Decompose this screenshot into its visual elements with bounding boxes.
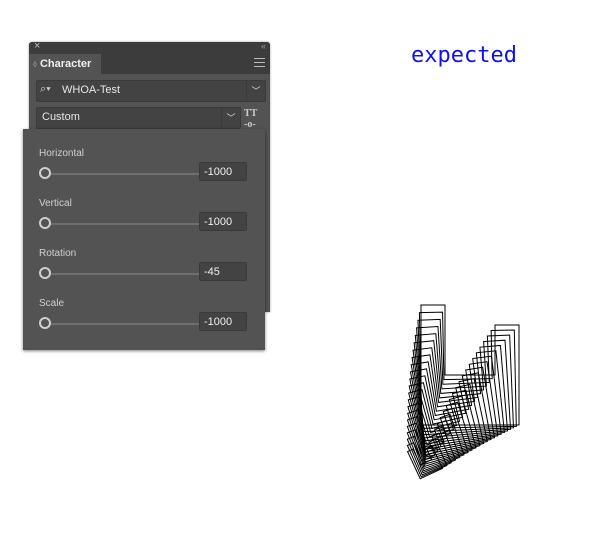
font-style-select[interactable]: Custom ﹀ [36,107,241,129]
slider-vertical: Vertical -1000 [39,198,254,243]
slider-horizontal: Horizontal -1000 [39,148,254,193]
expected-label: expected [411,43,517,68]
panel-menu-icon[interactable] [254,58,265,68]
slider-scale: Scale -1000 [39,298,254,343]
slider-track[interactable] [49,323,208,325]
slider-knob[interactable] [39,167,51,179]
value-field[interactable]: -1000 [199,312,247,331]
chevron-down-icon[interactable]: ﹀ [221,108,240,128]
search-icon[interactable]: ⌕▾ [40,83,51,96]
font-family-select[interactable]: ⌕▾ WHOA-Test ﹀ [36,80,266,102]
slider-label: Rotation [39,248,77,259]
variable-font-popup: Horizontal -1000 Vertical -1000 Rotation… [23,129,265,350]
tab-character[interactable]: ◊ Character [29,54,101,74]
tab-row: ◊ Character [29,54,270,74]
slider-knob[interactable] [39,267,51,279]
variable-font-icon[interactable]: TT -o- [244,108,257,130]
slider-label: Vertical [39,198,72,209]
font-family-value: WHOA-Test [62,84,121,96]
collapse-icon[interactable]: ‹‹ [261,41,266,51]
slider-track[interactable] [49,173,208,175]
close-icon[interactable]: × [34,40,40,52]
slider-label: Scale [39,298,65,309]
tab-label: Character [39,58,92,70]
slider-track[interactable] [49,273,208,275]
slider-knob[interactable] [39,217,51,229]
grip-icon: ◊ [33,60,37,69]
slider-knob[interactable] [39,317,51,329]
value-field[interactable]: -1000 [199,162,247,181]
chevron-down-icon[interactable]: ﹀ [246,81,265,101]
slider-track[interactable] [49,223,208,225]
slider-rotation: Rotation -45 [39,248,254,293]
slider-label: Horizontal [39,148,85,159]
glyph-preview-drawing [406,304,520,480]
value-field[interactable]: -45 [199,262,247,281]
font-style-value: Custom [42,111,80,123]
panel-titlebar: × ‹‹ [29,40,270,54]
value-field[interactable]: -1000 [199,212,247,231]
